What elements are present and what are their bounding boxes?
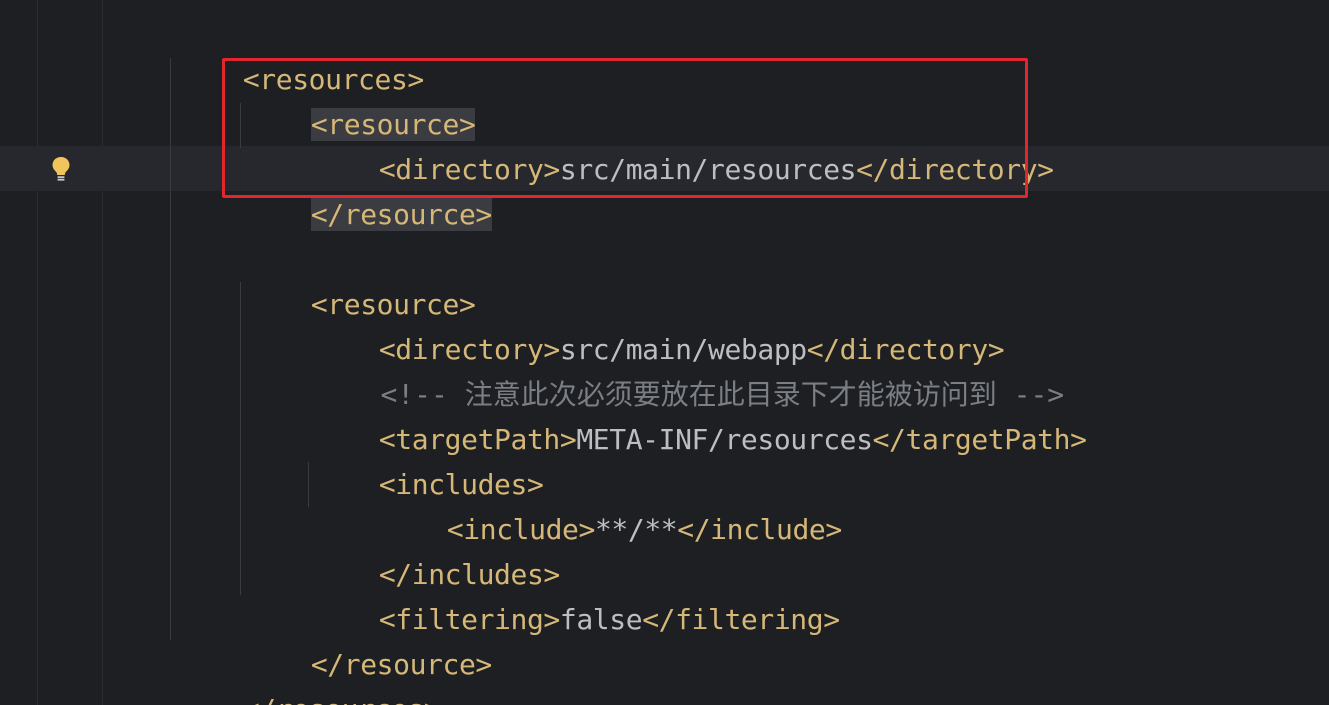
code-line-comment[interactable]: <!-- 注意此次必须要放在此目录下才能被访问到 --> <box>313 327 1064 411</box>
code-line-include[interactable]: <include>**/**</include> <box>381 462 842 546</box>
gutter-border <box>37 0 38 705</box>
fold-gutter-border <box>102 0 103 705</box>
xml-tag: </filtering> <box>642 603 840 636</box>
code-line-resources-close[interactable]: </resources> <box>177 642 441 705</box>
xml-tag-matched: </resource> <box>310 198 492 231</box>
code-line-includes-close[interactable]: </includes> <box>313 507 560 591</box>
indent-guide <box>308 462 309 507</box>
indent-guide <box>170 58 171 640</box>
xml-tag: </resources> <box>243 693 441 705</box>
xml-tag: </targetPath> <box>872 423 1087 456</box>
code-line-resource-close[interactable]: </resource> <box>245 597 492 681</box>
code-line-resource-open[interactable]: <resource> <box>245 237 476 321</box>
annotation-highlight-box <box>222 58 1028 198</box>
code-editor[interactable]: <resources> <resource> <directory>src/ma… <box>0 0 1329 705</box>
lightbulb-icon[interactable] <box>51 156 71 182</box>
xml-text: META-INF/resources <box>576 423 873 456</box>
indent-guide <box>240 282 241 595</box>
code-line-filtering[interactable]: <filtering>false</filtering> <box>313 552 840 636</box>
code-line-target-path[interactable]: <targetPath>META-INF/resources</targetPa… <box>313 372 1087 456</box>
code-line-includes-open[interactable]: <includes> <box>313 417 544 501</box>
code-line-resources-open[interactable]: <resources> <box>177 12 424 96</box>
xml-tag: </include> <box>677 513 842 546</box>
xml-text: false <box>559 603 643 636</box>
code-line-directory[interactable]: <directory>src/main/webapp</directory> <box>313 282 1005 366</box>
xml-text: **/** <box>594 513 678 546</box>
